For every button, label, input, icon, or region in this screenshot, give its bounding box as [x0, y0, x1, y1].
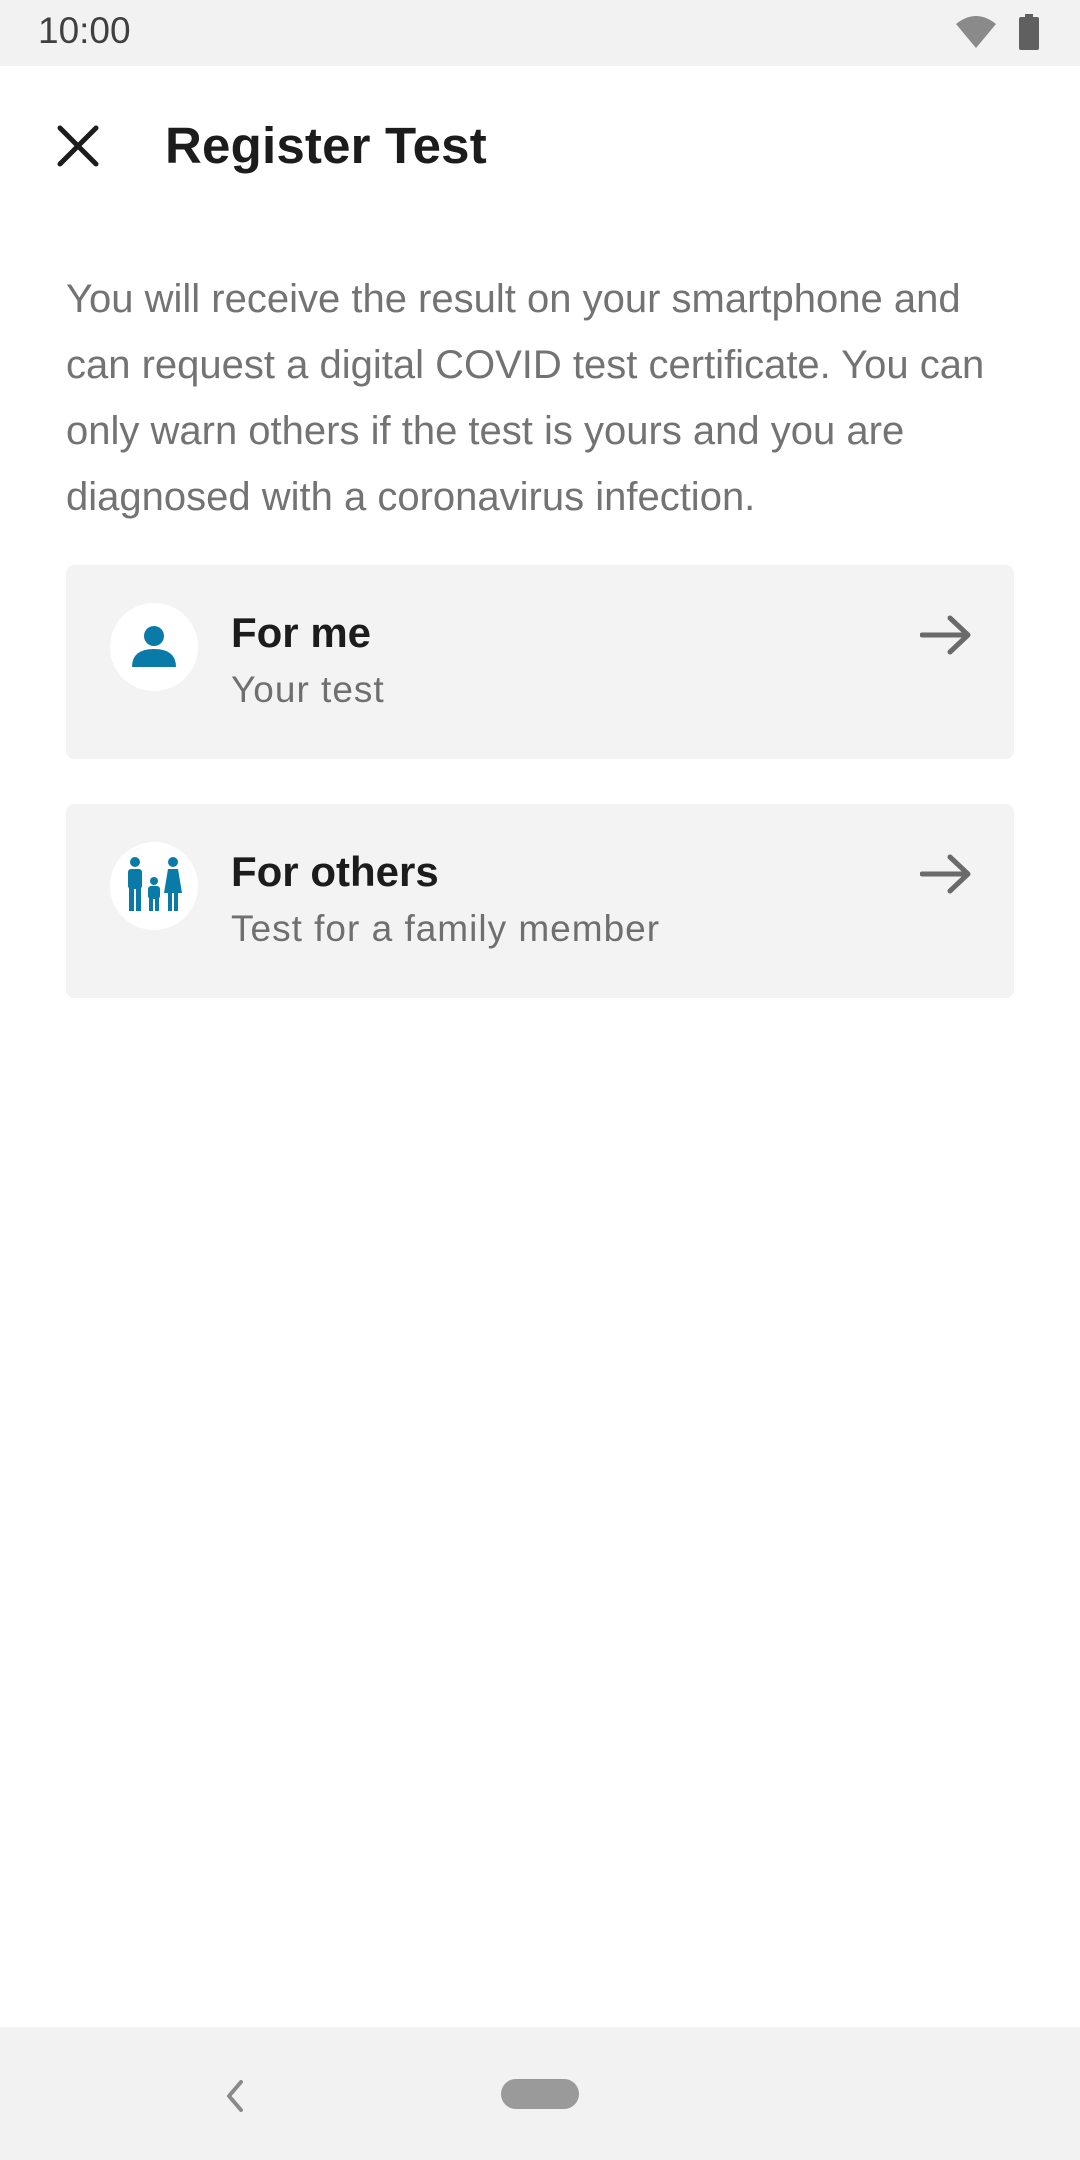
arrow-right-icon	[918, 607, 974, 663]
back-button[interactable]	[210, 2073, 260, 2123]
close-icon	[56, 124, 100, 173]
wifi-icon	[954, 14, 998, 55]
avatar	[110, 603, 198, 691]
person-icon	[130, 621, 178, 674]
close-button[interactable]	[38, 108, 118, 188]
option-for-me[interactable]: For me Your test	[66, 565, 1014, 759]
option-subtitle: Test for a family member	[231, 908, 661, 949]
battery-icon	[1018, 13, 1040, 55]
option-title: For me	[231, 609, 372, 656]
page-title: Register Test	[165, 117, 487, 174]
option-title: For others	[231, 848, 439, 895]
avatar	[110, 842, 198, 930]
arrow-right-icon	[918, 846, 974, 902]
family-icon	[124, 855, 184, 918]
intro-text: You will receive the result on your smar…	[66, 277, 985, 519]
status-icons	[954, 13, 1040, 55]
home-pill-icon[interactable]	[501, 2079, 579, 2109]
back-icon	[223, 2078, 247, 2119]
option-subtitle: Your test	[231, 669, 385, 710]
system-nav-bar	[0, 2027, 1080, 2160]
option-for-others[interactable]: For others Test for a family member	[66, 804, 1014, 998]
app-bar: Register Test	[0, 66, 1080, 226]
status-bar: 10:00	[0, 0, 1080, 66]
status-time: 10:00	[38, 10, 131, 51]
